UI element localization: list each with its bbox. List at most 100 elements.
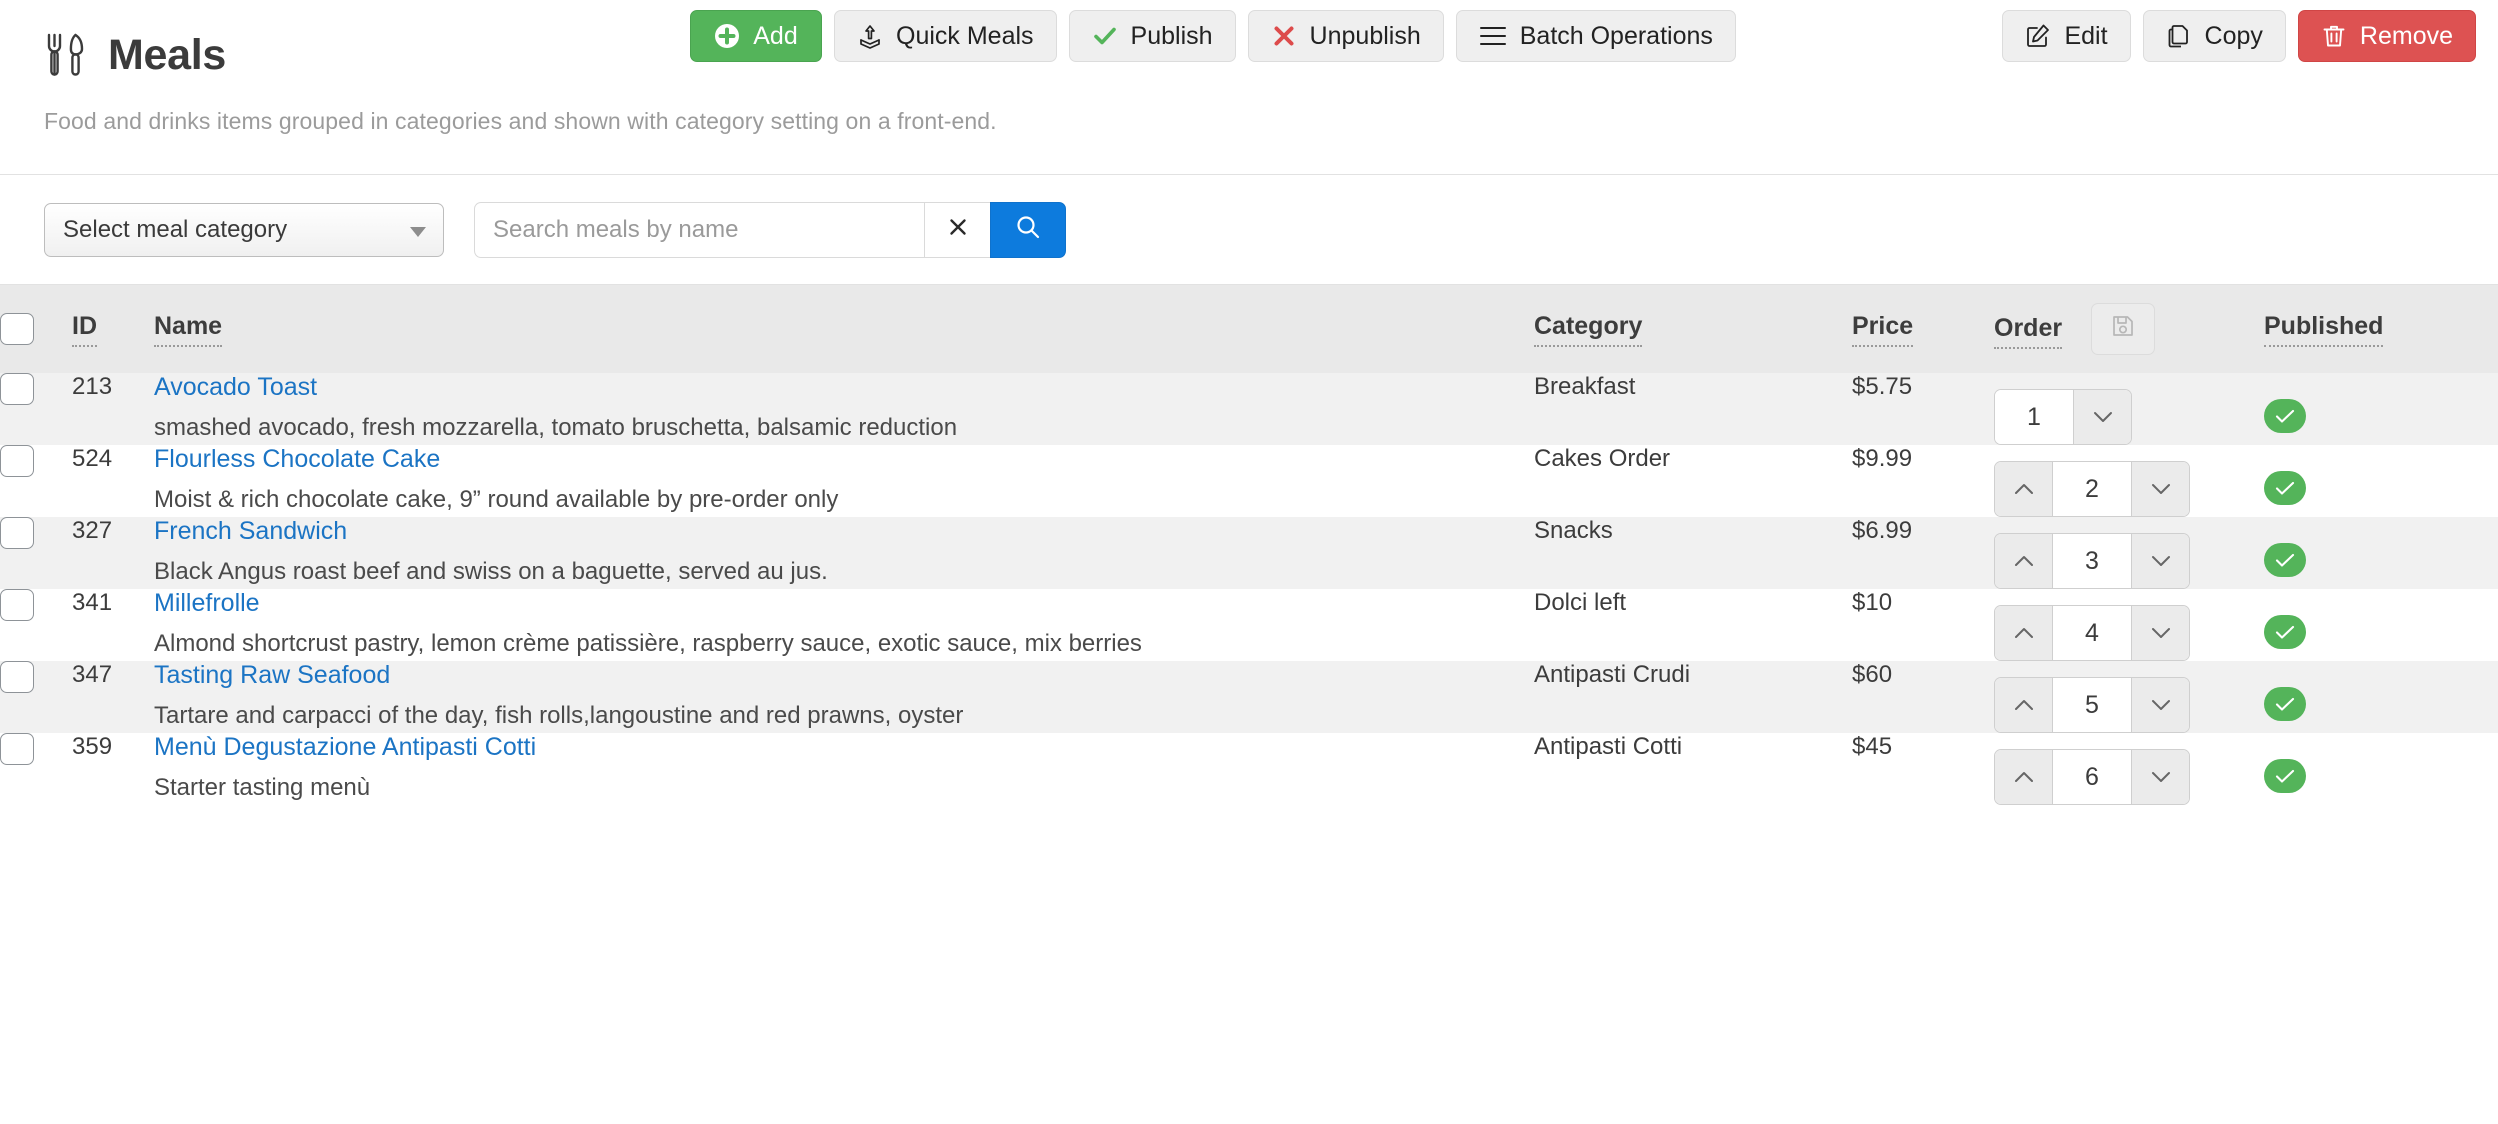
published-toggle[interactable] xyxy=(2264,471,2306,505)
order-down-button[interactable] xyxy=(2131,678,2189,732)
order-stepper: 6 xyxy=(1994,749,2190,805)
filter-bar: Select meal category xyxy=(0,175,2498,285)
column-header-order[interactable]: Order xyxy=(1994,285,2264,373)
add-button[interactable]: Add xyxy=(690,10,822,62)
row-name-cell: Tasting Raw Seafood Tartare and carpacci… xyxy=(154,661,1534,733)
row-price-cell: $5.75 xyxy=(1852,373,1994,445)
table-row[interactable]: 359 Menù Degustazione Antipasti Cotti St… xyxy=(0,733,2498,805)
order-up-button[interactable] xyxy=(1995,606,2053,660)
meal-description: Almond shortcrust pastry, lemon crème pa… xyxy=(154,630,1142,657)
meal-name-link[interactable]: Menù Degustazione Antipasti Cotti xyxy=(154,733,536,761)
published-toggle[interactable] xyxy=(2264,543,2306,577)
row-name-cell: Millefrolle Almond shortcrust pastry, le… xyxy=(154,589,1534,661)
column-header-name[interactable]: Name xyxy=(154,285,1534,373)
row-select-checkbox[interactable] xyxy=(0,589,34,621)
order-up-button[interactable] xyxy=(1995,678,2053,732)
row-select-checkbox[interactable] xyxy=(0,733,34,765)
search-input[interactable] xyxy=(474,201,924,258)
batch-operations-button-label: Batch Operations xyxy=(1519,21,1713,50)
category-select-wrapper: Select meal category xyxy=(44,202,444,257)
order-up-button[interactable] xyxy=(1995,462,2053,516)
order-down-button[interactable] xyxy=(2131,606,2189,660)
batch-operations-button[interactable]: Batch Operations xyxy=(1455,10,1736,62)
row-id-cell: 359 xyxy=(72,733,154,805)
order-down-button[interactable] xyxy=(2131,750,2189,804)
table-row[interactable]: 213 Avocado Toast smashed avocado, fresh… xyxy=(0,373,2498,445)
copy-icon xyxy=(2166,23,2192,49)
upload-icon xyxy=(857,23,883,49)
table-row[interactable]: 347 Tasting Raw Seafood Tartare and carp… xyxy=(0,661,2498,733)
order-up-button[interactable] xyxy=(1995,534,2053,588)
publish-button[interactable]: Publish xyxy=(1068,10,1236,62)
meal-description: Moist & rich chocolate cake, 9” round av… xyxy=(154,486,839,513)
table-row[interactable]: 341 Millefrolle Almond shortcrust pastry… xyxy=(0,589,2498,661)
column-header-category[interactable]: Category xyxy=(1534,285,1852,373)
row-category-cell: Cakes Order xyxy=(1534,445,1852,517)
published-toggle[interactable] xyxy=(2264,399,2306,433)
published-toggle[interactable] xyxy=(2264,615,2306,649)
copy-button[interactable]: Copy xyxy=(2142,10,2286,62)
row-select-checkbox[interactable] xyxy=(0,661,34,693)
search-group xyxy=(474,201,1066,258)
quick-meals-button[interactable]: Quick Meals xyxy=(834,10,1057,62)
column-header-published-label: Published xyxy=(2264,312,2384,347)
save-order-button[interactable] xyxy=(2091,303,2156,355)
order-down-button[interactable] xyxy=(2131,534,2189,588)
published-toggle[interactable] xyxy=(2264,759,2306,793)
select-all-checkbox[interactable] xyxy=(0,313,34,345)
unpublish-button[interactable]: Unpublish xyxy=(1247,10,1444,62)
meals-table: ID Name Category Price Order Published 2… xyxy=(0,285,2498,805)
meal-name-link[interactable]: Avocado Toast xyxy=(154,373,317,401)
row-select-cell xyxy=(0,589,72,661)
select-all-header xyxy=(0,285,72,373)
edit-button-label: Edit xyxy=(2064,21,2108,50)
column-header-order-label: Order xyxy=(1994,314,2063,349)
page-title: Meals xyxy=(108,30,227,79)
check-icon xyxy=(2275,625,2295,639)
meal-name-link[interactable]: Millefrolle xyxy=(154,589,260,617)
copy-button-label: Copy xyxy=(2204,21,2263,50)
meal-description: Tartare and carpacci of the day, fish ro… xyxy=(154,702,964,729)
order-value: 6 xyxy=(2053,750,2131,804)
meal-name-link[interactable]: French Sandwich xyxy=(154,517,347,545)
meal-category-select[interactable]: Select meal category xyxy=(44,202,444,257)
order-down-button[interactable] xyxy=(2073,390,2131,444)
edit-button[interactable]: Edit xyxy=(2002,10,2131,62)
column-header-id[interactable]: ID xyxy=(72,285,154,373)
row-select-checkbox[interactable] xyxy=(0,373,34,405)
table-header: ID Name Category Price Order Published xyxy=(0,285,2498,373)
row-select-cell xyxy=(0,517,72,589)
row-price-cell: $9.99 xyxy=(1852,445,1994,517)
row-category-cell: Breakfast xyxy=(1534,373,1852,445)
row-published-cell xyxy=(2264,517,2498,589)
page-subtitle: Food and drinks items grouped in categor… xyxy=(44,108,997,134)
row-published-cell xyxy=(2264,373,2498,445)
meal-description: Black Angus roast beef and swiss on a ba… xyxy=(154,558,828,585)
trash-icon xyxy=(2321,23,2347,49)
order-down-button[interactable] xyxy=(2131,462,2189,516)
add-button-label: Add xyxy=(753,21,798,50)
order-up-button[interactable] xyxy=(1995,750,2053,804)
meal-name-link[interactable]: Flourless Chocolate Cake xyxy=(154,445,440,473)
row-price-cell: $6.99 xyxy=(1852,517,1994,589)
table-row[interactable]: 327 French Sandwich Black Angus roast be… xyxy=(0,517,2498,589)
pencil-square-icon xyxy=(2025,23,2051,49)
meal-name-link[interactable]: Tasting Raw Seafood xyxy=(154,661,390,689)
close-icon xyxy=(945,214,971,245)
row-select-checkbox[interactable] xyxy=(0,517,34,549)
row-order-cell: 5 xyxy=(1994,661,2264,733)
row-price-cell: $45 xyxy=(1852,733,1994,805)
search-clear-button[interactable] xyxy=(924,201,990,258)
row-order-cell: 4 xyxy=(1994,589,2264,661)
row-select-checkbox[interactable] xyxy=(0,445,34,477)
column-header-price[interactable]: Price xyxy=(1852,285,1994,373)
check-icon xyxy=(2275,409,2295,423)
column-header-category-label: Category xyxy=(1534,312,1643,347)
row-published-cell xyxy=(2264,445,2498,517)
table-row[interactable]: 524 Flourless Chocolate Cake Moist & ric… xyxy=(0,445,2498,517)
column-header-published[interactable]: Published xyxy=(2264,285,2498,373)
published-toggle[interactable] xyxy=(2264,687,2306,721)
check-icon xyxy=(1092,23,1118,49)
search-submit-button[interactable] xyxy=(990,201,1066,258)
remove-button[interactable]: Remove xyxy=(2297,10,2476,62)
